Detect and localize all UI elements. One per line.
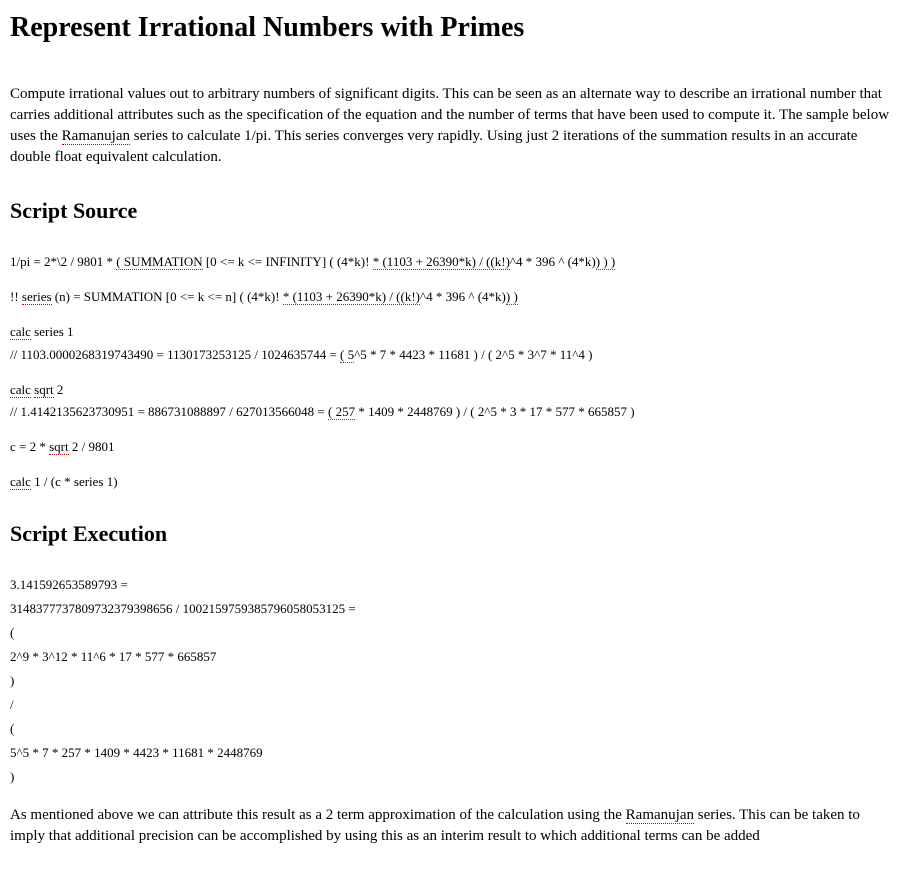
exec-numerator: 2^9 * 3^12 * 11^6 * 17 * 577 * 665857 xyxy=(10,649,895,665)
page-title: Represent Irrational Numbers with Primes xyxy=(10,12,895,44)
ramanujan-link[interactable]: Ramanujan xyxy=(62,128,130,145)
source-line-3b: // 1103.0000268319743490 = 1130173253125… xyxy=(10,347,895,364)
closing-paragraph: As mentioned above we can attribute this… xyxy=(10,805,895,847)
intro-paragraph: Compute irrational values out to arbitra… xyxy=(10,84,895,168)
exec-denominator: 5^5 * 7 * 257 * 1409 * 4423 * 11681 * 24… xyxy=(10,745,895,761)
ramanujan-link-2[interactable]: Ramanujan xyxy=(626,807,694,824)
execution-output: 3.141592653589793 = 31483777378097323793… xyxy=(10,577,895,785)
closing-text-1: As mentioned above we can attribute this… xyxy=(10,807,626,823)
exec-result-value: 3.141592653589793 = xyxy=(10,577,895,593)
source-line-4b: // 1.4142135623730951 = 886731088897 / 6… xyxy=(10,404,895,421)
exec-slash: / xyxy=(10,697,895,713)
exec-paren-close-2: ) xyxy=(10,769,895,785)
exec-paren-open-2: ( xyxy=(10,721,895,737)
source-line-5: c = 2 * sqrt 2 / 9801 xyxy=(10,439,895,456)
script-source-heading: Script Source xyxy=(10,198,895,224)
intro-text-2: series to calculate 1/pi. This series co… xyxy=(10,128,857,165)
script-execution-heading: Script Execution xyxy=(10,521,895,547)
source-line-1: 1/pi = 2*\2 / 9801 * ( SUMMATION [0 <= k… xyxy=(10,254,895,271)
exec-fraction: 314837773780973237939865​6 / 10021597593… xyxy=(10,601,895,617)
exec-paren-close-1: ) xyxy=(10,673,895,689)
source-line-4: calc sqrt 2 xyxy=(10,382,895,399)
source-line-2: !! series (n) = SUMMATION [0 <= k <= n] … xyxy=(10,289,895,306)
source-line-3: calc series 1 xyxy=(10,324,895,341)
source-line-6: calc 1 / (c * series 1) xyxy=(10,474,895,491)
exec-paren-open-1: ( xyxy=(10,625,895,641)
